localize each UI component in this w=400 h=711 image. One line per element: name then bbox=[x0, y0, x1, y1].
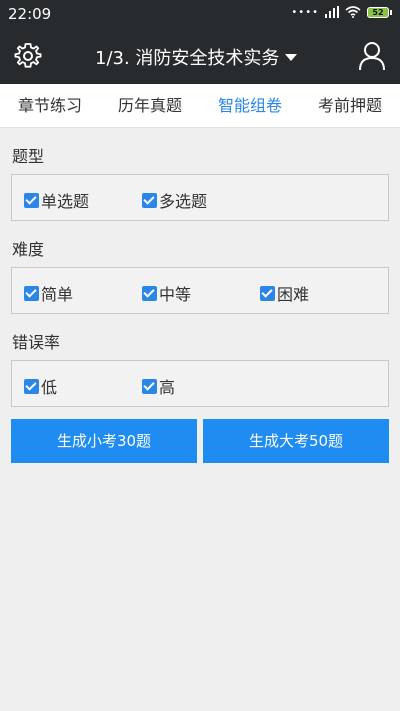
option-label: 高 bbox=[159, 378, 176, 397]
signal-icon bbox=[325, 6, 339, 18]
gear-icon[interactable] bbox=[14, 42, 42, 70]
tab-smart-paper[interactable]: 智能组卷 bbox=[200, 84, 300, 127]
section-label-difficulty: 难度 bbox=[12, 240, 45, 259]
tab-predicted-questions[interactable]: 考前押题 bbox=[300, 84, 400, 127]
checkbox-single-choice[interactable]: 单选题 bbox=[24, 188, 89, 212]
checkbox-hard[interactable]: 困难 bbox=[260, 281, 309, 305]
battery-icon: 52 bbox=[367, 6, 392, 18]
checkbox-checked-icon bbox=[142, 192, 157, 208]
generate-large-exam-button[interactable]: 生成大考50题 bbox=[203, 419, 389, 463]
checkbox-checked-icon bbox=[24, 192, 39, 208]
exam-selector[interactable]: 1/3. 消防安全技术实务 bbox=[95, 44, 298, 70]
option-label: 低 bbox=[41, 378, 58, 397]
checkbox-checked-icon bbox=[142, 285, 157, 301]
checkbox-checked-icon bbox=[24, 285, 39, 301]
wifi-icon bbox=[345, 6, 361, 18]
option-label: 中等 bbox=[159, 285, 192, 304]
tab-past-exams[interactable]: 历年真题 bbox=[100, 84, 200, 127]
status-time: 22:09 bbox=[8, 5, 52, 23]
section-label-error-rate: 错误率 bbox=[12, 333, 61, 352]
battery-level: 52 bbox=[367, 6, 389, 18]
option-label: 困难 bbox=[277, 285, 310, 304]
status-bar: 22:09 •••• 52 bbox=[0, 0, 400, 28]
error-rate-panel: 低 高 bbox=[11, 360, 389, 407]
checkbox-low[interactable]: 低 bbox=[24, 374, 57, 398]
checkbox-checked-icon bbox=[260, 285, 275, 301]
user-icon[interactable] bbox=[358, 41, 386, 71]
section-label-question-type: 题型 bbox=[12, 147, 45, 166]
option-label: 简单 bbox=[41, 285, 74, 304]
question-type-panel: 单选题 多选题 bbox=[11, 174, 389, 221]
tab-bar: 章节练习 历年真题 智能组卷 考前押题 bbox=[0, 84, 400, 128]
generate-small-exam-button[interactable]: 生成小考30题 bbox=[11, 419, 197, 463]
tab-chapter-practice[interactable]: 章节练习 bbox=[0, 84, 100, 127]
checkbox-multiple-choice[interactable]: 多选题 bbox=[142, 188, 207, 212]
checkbox-high[interactable]: 高 bbox=[142, 374, 175, 398]
app-bar: 1/3. 消防安全技术实务 bbox=[0, 28, 400, 84]
checkbox-checked-icon bbox=[24, 378, 39, 394]
difficulty-panel: 简单 中等 困难 bbox=[11, 267, 389, 314]
checkbox-easy[interactable]: 简单 bbox=[24, 281, 73, 305]
caret-down-icon bbox=[285, 53, 298, 61]
signal-dots-icon: •••• bbox=[291, 6, 319, 18]
page-title: 1/3. 消防安全技术实务 bbox=[95, 48, 280, 69]
option-label: 单选题 bbox=[41, 192, 90, 211]
checkbox-medium[interactable]: 中等 bbox=[142, 281, 191, 305]
checkbox-checked-icon bbox=[142, 378, 157, 394]
option-label: 多选题 bbox=[159, 192, 208, 211]
status-icons: •••• 52 bbox=[291, 6, 392, 18]
